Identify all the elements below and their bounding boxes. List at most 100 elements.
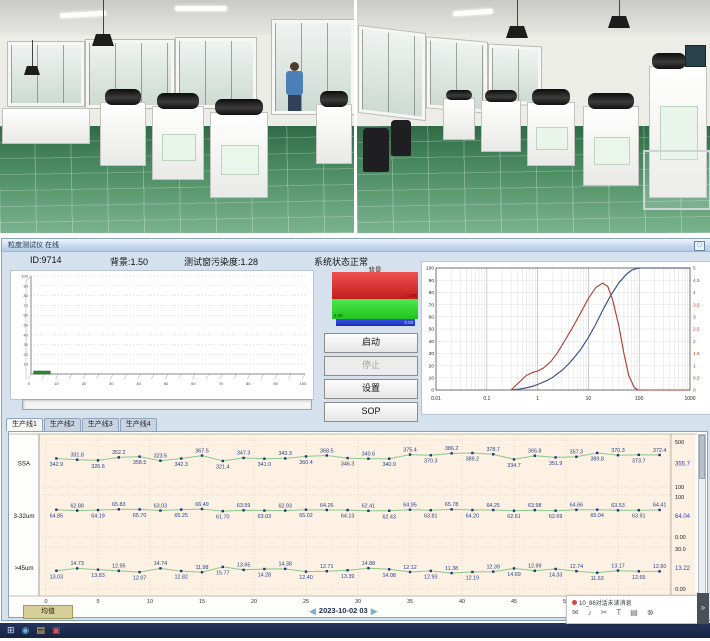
- roller-drum: [320, 91, 349, 107]
- machine-label: [536, 127, 567, 150]
- roller-drum: [652, 53, 686, 69]
- roller-drum: [485, 90, 517, 102]
- tab-production-line-3[interactable]: 生产线3: [82, 418, 119, 431]
- svg-text:0.00: 0.00: [675, 535, 686, 541]
- close-icon[interactable]: ⊗: [647, 607, 654, 619]
- svg-text:64.25: 64.25: [486, 503, 500, 509]
- svg-text:45: 45: [511, 599, 517, 604]
- tab-production-line-1[interactable]: 生产线1: [6, 418, 43, 431]
- svg-text:3-32um: 3-32um: [14, 513, 35, 520]
- message-icon[interactable]: ✉: [572, 607, 579, 619]
- start-icon[interactable]: ⊞: [7, 623, 15, 638]
- svg-text:2.5: 2.5: [693, 327, 700, 333]
- svg-text:14.73: 14.73: [70, 561, 84, 567]
- svg-text:100: 100: [21, 274, 28, 279]
- svg-text:14.33: 14.33: [549, 572, 563, 578]
- svg-text:30: 30: [429, 351, 435, 357]
- production-tabs: 生产线1生产线2生产线3生产线4: [6, 418, 157, 431]
- svg-text:12.19: 12.19: [466, 575, 480, 581]
- svg-text:64.13: 64.13: [341, 514, 355, 520]
- screenshot-icon[interactable]: ✂: [601, 607, 608, 619]
- svg-text:12.60: 12.60: [653, 564, 667, 570]
- svg-text:12.71: 12.71: [320, 564, 334, 570]
- folder-icon[interactable]: ▤: [630, 607, 638, 619]
- green-level-value: 4.00: [334, 313, 343, 318]
- svg-text:40: 40: [429, 339, 435, 345]
- svg-text:13.39: 13.39: [341, 574, 355, 580]
- svg-text:63.91: 63.91: [632, 514, 646, 520]
- svg-text:0.1: 0.1: [483, 396, 490, 402]
- svg-text:0: 0: [431, 388, 434, 394]
- text-tool-icon[interactable]: T: [616, 607, 621, 619]
- worker-legs: [288, 95, 301, 111]
- svg-text:63.03: 63.03: [258, 514, 272, 520]
- lamp-wire: [103, 0, 104, 34]
- svg-text:500: 500: [675, 440, 684, 446]
- svg-text:64.41: 64.41: [653, 503, 667, 509]
- measure-progress-bar: [22, 399, 312, 410]
- tab-production-line-4[interactable]: 生产线4: [120, 418, 157, 431]
- window-titlebar[interactable]: 粒度测试仪 在线 ▢: [2, 239, 710, 252]
- browser-icon[interactable]: ◉: [22, 623, 30, 638]
- prev-date-arrow[interactable]: ◀: [309, 605, 316, 617]
- svg-text:64.66: 64.66: [570, 503, 584, 509]
- svg-text:14.69: 14.69: [507, 572, 521, 578]
- start-button[interactable]: 启动: [324, 333, 418, 353]
- popup-expand-tab[interactable]: »: [697, 593, 709, 624]
- ceiling-light: [175, 6, 227, 11]
- window-restore-button[interactable]: ▢: [694, 241, 705, 251]
- svg-text:367.5: 367.5: [195, 448, 209, 454]
- sop-button[interactable]: SOP: [324, 402, 418, 422]
- svg-text:62.43: 62.43: [382, 514, 396, 520]
- svg-text:60: 60: [429, 315, 435, 321]
- window: [8, 42, 84, 106]
- mean-value-button[interactable]: 均值: [23, 605, 73, 619]
- status-id: ID:9714: [30, 255, 62, 265]
- svg-text:370.3: 370.3: [611, 448, 625, 454]
- distribution-chart: 010203040506070809010000.511.522.533.544…: [422, 262, 708, 412]
- machine-label: [162, 134, 196, 160]
- svg-text:342.9: 342.9: [50, 462, 64, 468]
- svg-text:66.49: 66.49: [195, 502, 209, 508]
- svg-text:0: 0: [44, 599, 47, 604]
- next-date-arrow[interactable]: ▶: [371, 605, 378, 617]
- svg-text:13.03: 13.03: [50, 574, 64, 580]
- svg-text:63.03: 63.03: [154, 503, 168, 509]
- svg-text:3.5: 3.5: [693, 302, 700, 308]
- trend-scrollbar[interactable]: [698, 434, 706, 604]
- notification-popup[interactable]: 10_86对话未读消息 ✉♪✂T▤⊗: [566, 595, 698, 624]
- svg-text:60: 60: [191, 381, 196, 386]
- status-background: 背景:1.50: [110, 255, 148, 268]
- taskbar[interactable]: ⊞ ◉ ▤ ▣: [0, 623, 710, 638]
- svg-text:341.0: 341.0: [258, 462, 272, 468]
- svg-text:64.26: 64.26: [320, 503, 334, 509]
- factory-photo-left: [0, 0, 354, 233]
- realtime-chart-panel: 1020304050607080901000102030405060708090…: [10, 270, 314, 400]
- mic-icon[interactable]: ♪: [588, 607, 592, 619]
- scrollbar-thumb[interactable]: [699, 435, 705, 479]
- svg-text:368.5: 368.5: [320, 448, 334, 454]
- svg-text:63.59: 63.59: [237, 503, 251, 509]
- analyzer-machine: [316, 104, 352, 164]
- tab-production-line-2[interactable]: 生产线2: [44, 418, 81, 431]
- chat-app-icon[interactable]: ▣: [52, 623, 61, 638]
- svg-text:1000: 1000: [684, 396, 695, 402]
- window: [359, 26, 425, 120]
- analyzer-machine: [583, 106, 639, 186]
- analyzer-machine: [527, 102, 575, 166]
- svg-text:90: 90: [429, 278, 435, 284]
- svg-text:20: 20: [82, 381, 87, 386]
- folder-app-icon[interactable]: ▤: [36, 623, 45, 638]
- red-level-value: 0.00: [407, 293, 416, 298]
- svg-text:100: 100: [300, 381, 307, 386]
- settings-button[interactable]: 设置: [324, 379, 418, 399]
- svg-text:11.63: 11.63: [591, 576, 604, 582]
- svg-text:13.22: 13.22: [675, 566, 691, 572]
- svg-text:386.2: 386.2: [445, 446, 459, 452]
- svg-text:13.65: 13.65: [237, 563, 251, 569]
- svg-text:3: 3: [693, 315, 696, 321]
- svg-text:100: 100: [675, 485, 684, 491]
- svg-text:50: 50: [429, 327, 435, 333]
- stop-button: 停止: [324, 356, 418, 376]
- lamp-wire: [32, 40, 33, 68]
